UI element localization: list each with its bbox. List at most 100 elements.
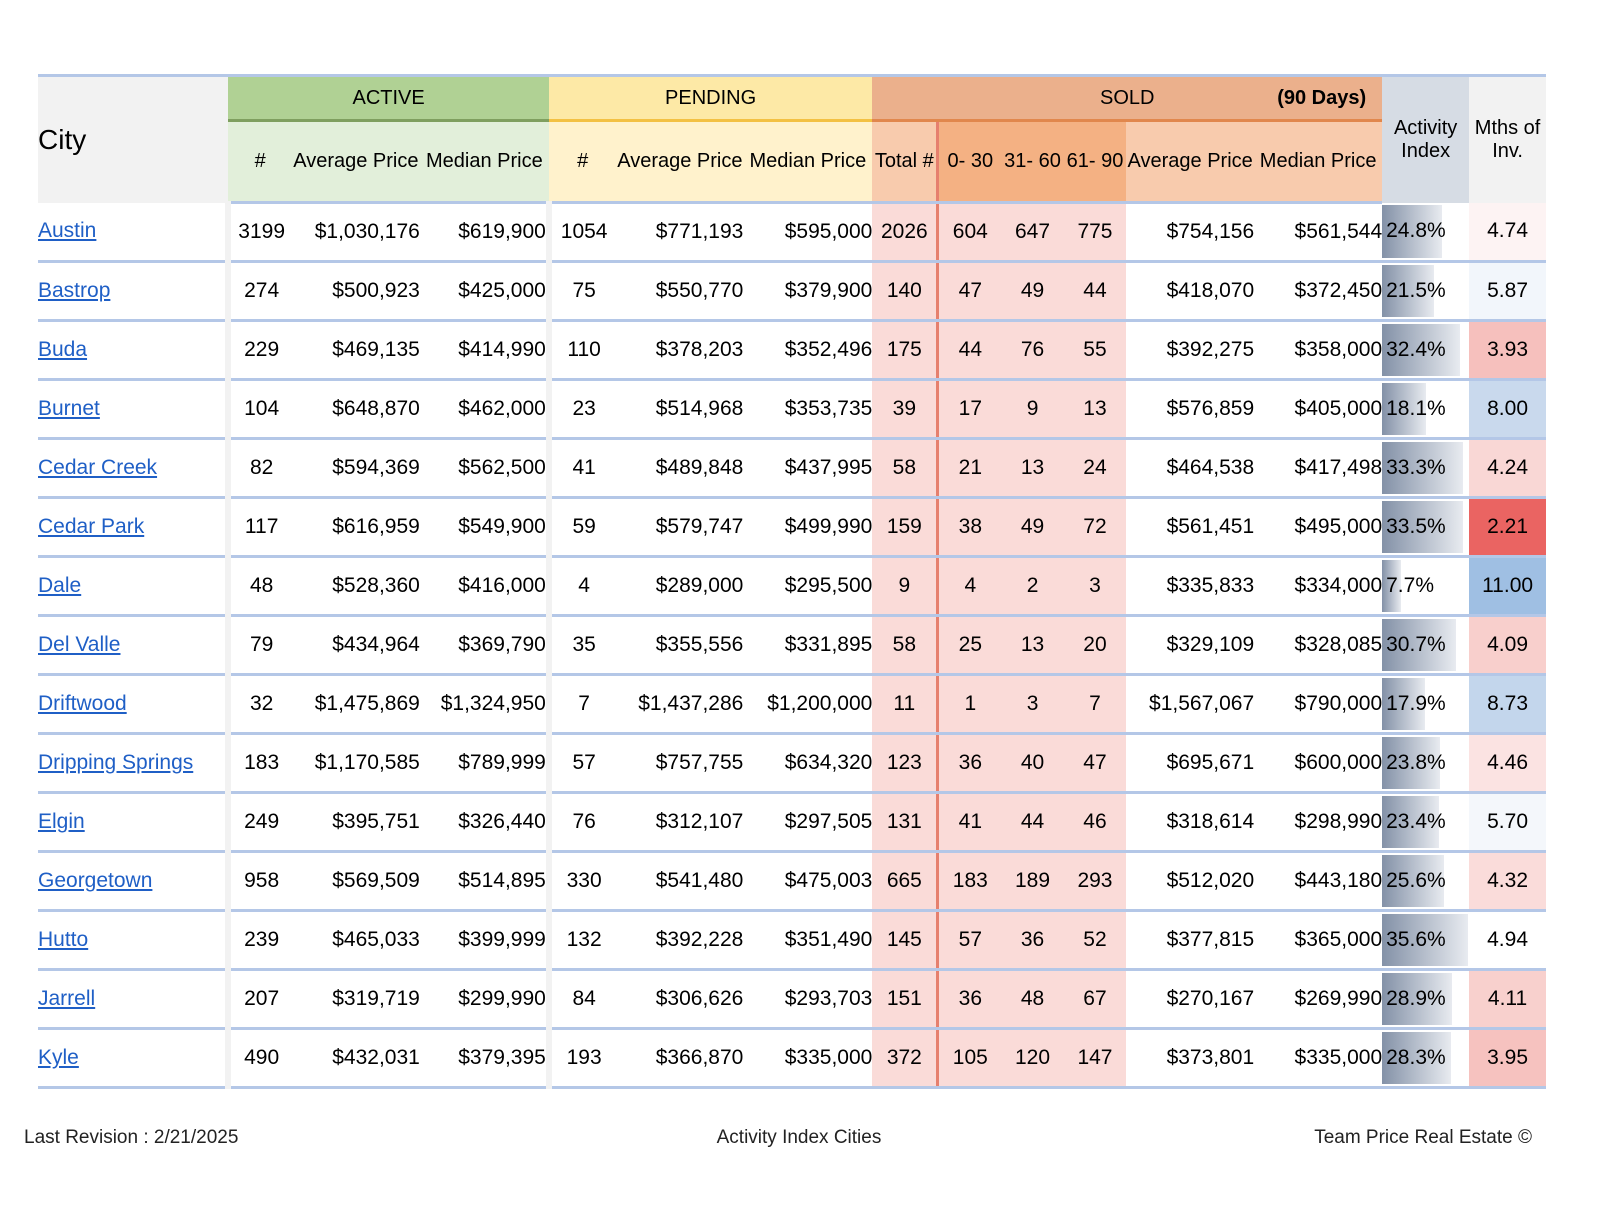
pending-median-price-cell: $331,895 — [743, 615, 873, 676]
sold-61-90-header: 61- 90 — [1063, 120, 1127, 204]
active-avg-price-cell: $648,870 — [291, 379, 420, 440]
activity-index-cell: 7.7% — [1382, 556, 1470, 617]
active-count-header: # — [228, 120, 292, 204]
sold-avg-price-cell: $1,567,067 — [1126, 674, 1255, 735]
pending-median-price-header: Median Price — [743, 120, 873, 204]
table-body: Austin 3199 $1,030,176 $619,900 1054 $771,193… — [38, 202, 1546, 1089]
active-avg-price-cell: $1,475,869 — [291, 674, 420, 735]
pending-median-price-cell: $437,995 — [743, 438, 873, 499]
city-link[interactable]: Dripping Springs — [38, 751, 193, 774]
activity-index-cell: 21.5% — [1382, 261, 1470, 322]
pending-avg-price-cell: $541,480 — [616, 851, 744, 912]
active-median-price-cell: $549,900 — [419, 497, 552, 558]
sold-61-90-cell: 47 — [1063, 733, 1127, 794]
city-link[interactable]: Austin — [38, 219, 96, 242]
activity-index-cell: 17.9% — [1382, 674, 1470, 735]
pending-count-cell: 75 — [548, 261, 617, 322]
sold-avg-price-cell: $695,671 — [1126, 733, 1255, 794]
activity-index-value: 28.3% — [1386, 1046, 1446, 1069]
sold-median-price-cell: $417,498 — [1254, 438, 1383, 499]
sold-median-price-cell: $405,000 — [1254, 379, 1383, 440]
city-link[interactable]: Dale — [38, 574, 81, 597]
sold-median-price-cell: $328,085 — [1254, 615, 1383, 676]
city-link[interactable]: Buda — [38, 338, 87, 361]
sold-31-60-cell: 49 — [1001, 497, 1064, 558]
table-row: Dale 48 $528,360 $416,000 4 $289,000 $295,500 9… — [38, 556, 1546, 617]
pending-count-cell: 1054 — [548, 202, 617, 263]
sold-31-60-cell: 3 — [1001, 674, 1064, 735]
active-avg-price-header: Average Price — [291, 120, 420, 204]
active-count-cell: 3199 — [228, 202, 292, 263]
city-cell: Del Valle — [38, 615, 232, 676]
table-row: Elgin 249 $395,751 $326,440 76 $312,107 $297,5… — [38, 792, 1546, 853]
activity-index-cell: 23.4% — [1382, 792, 1470, 853]
sold-31-60-cell: 48 — [1001, 969, 1064, 1030]
sold-31-60-cell: 49 — [1001, 261, 1064, 322]
active-avg-price-cell: $616,959 — [291, 497, 420, 558]
sold-avg-price-cell: $418,070 — [1126, 261, 1255, 322]
sold-61-90-cell: 20 — [1063, 615, 1127, 676]
activity-index-value: 33.3% — [1386, 456, 1446, 479]
city-link[interactable]: Jarrell — [38, 987, 95, 1010]
sold-total-cell: 2026 — [872, 202, 940, 263]
sold-avg-price-cell: $392,275 — [1126, 320, 1255, 381]
sold-avg-price-cell: $329,109 — [1126, 615, 1255, 676]
sold-61-90-cell: 775 — [1063, 202, 1127, 263]
sold-31-60-header: 31- 60 — [1001, 120, 1064, 204]
city-link[interactable]: Georgetown — [38, 869, 152, 892]
pending-avg-price-cell: $514,968 — [616, 379, 744, 440]
active-count-cell: 239 — [228, 910, 292, 971]
months-of-inventory-cell: 4.46 — [1469, 733, 1546, 794]
months-of-inventory-header: Mths of Inv. — [1469, 74, 1546, 203]
city-link[interactable]: Elgin — [38, 810, 85, 833]
city-cell: Austin — [38, 202, 232, 263]
pending-count-header: # — [548, 120, 617, 204]
active-avg-price-cell: $319,719 — [291, 969, 420, 1030]
sold-61-90-cell: 7 — [1063, 674, 1127, 735]
city-cell: Cedar Creek — [38, 438, 232, 499]
sold-total-cell: 9 — [872, 556, 940, 617]
city-link[interactable]: Cedar Park — [38, 515, 144, 538]
activity-index-table: City ACTIVE PENDING SOLD (90 Days) Activ… — [38, 74, 1546, 1089]
activity-index-cell: 28.9% — [1382, 969, 1470, 1030]
active-median-price-cell: $414,990 — [419, 320, 552, 381]
sold-61-90-cell: 3 — [1063, 556, 1127, 617]
city-link[interactable]: Burnet — [38, 397, 100, 420]
sold-avg-price-cell: $318,614 — [1126, 792, 1255, 853]
sold-median-price-cell: $269,990 — [1254, 969, 1383, 1030]
table-row: Jarrell 207 $319,719 $299,990 84 $306,626 $293… — [38, 969, 1546, 1030]
months-of-inventory-cell: 3.95 — [1469, 1028, 1546, 1089]
pending-avg-price-header: Average Price — [616, 120, 744, 204]
sold-median-price-cell: $358,000 — [1254, 320, 1383, 381]
pending-count-cell: 330 — [548, 851, 617, 912]
sold-total-cell: 140 — [872, 261, 940, 322]
sold-0-30-cell: 36 — [937, 733, 1002, 794]
city-link[interactable]: Kyle — [38, 1046, 79, 1069]
sold-31-60-cell: 9 — [1001, 379, 1064, 440]
sold-median-price-cell: $365,000 — [1254, 910, 1383, 971]
sold-total-cell: 58 — [872, 438, 940, 499]
city-column-header: City — [38, 74, 229, 203]
sold-median-price-cell: $495,000 — [1254, 497, 1383, 558]
sold-0-30-cell: 21 — [937, 438, 1002, 499]
active-avg-price-cell: $594,369 — [291, 438, 420, 499]
active-group-header: ACTIVE — [228, 74, 549, 122]
city-link[interactable]: Hutto — [38, 928, 88, 951]
city-link[interactable]: Bastrop — [38, 279, 110, 302]
pending-avg-price-cell: $312,107 — [616, 792, 744, 853]
sold-0-30-header: 0- 30 — [937, 120, 1002, 204]
active-count-cell: 274 — [228, 261, 292, 322]
sold-group-header: SOLD (90 Days) — [872, 74, 1383, 122]
sold-31-60-cell: 36 — [1001, 910, 1064, 971]
city-link[interactable]: Driftwood — [38, 692, 127, 715]
pending-median-price-cell: $295,500 — [743, 556, 873, 617]
city-link[interactable]: Cedar Creek — [38, 456, 157, 479]
sold-61-90-cell: 72 — [1063, 497, 1127, 558]
sold-median-price-header: Median Price — [1254, 120, 1383, 204]
city-cell: Dale — [38, 556, 232, 617]
city-cell: Buda — [38, 320, 232, 381]
pending-count-cell: 132 — [548, 910, 617, 971]
pending-count-cell: 57 — [548, 733, 617, 794]
city-link[interactable]: Del Valle — [38, 633, 120, 656]
sold-total-cell: 39 — [872, 379, 940, 440]
